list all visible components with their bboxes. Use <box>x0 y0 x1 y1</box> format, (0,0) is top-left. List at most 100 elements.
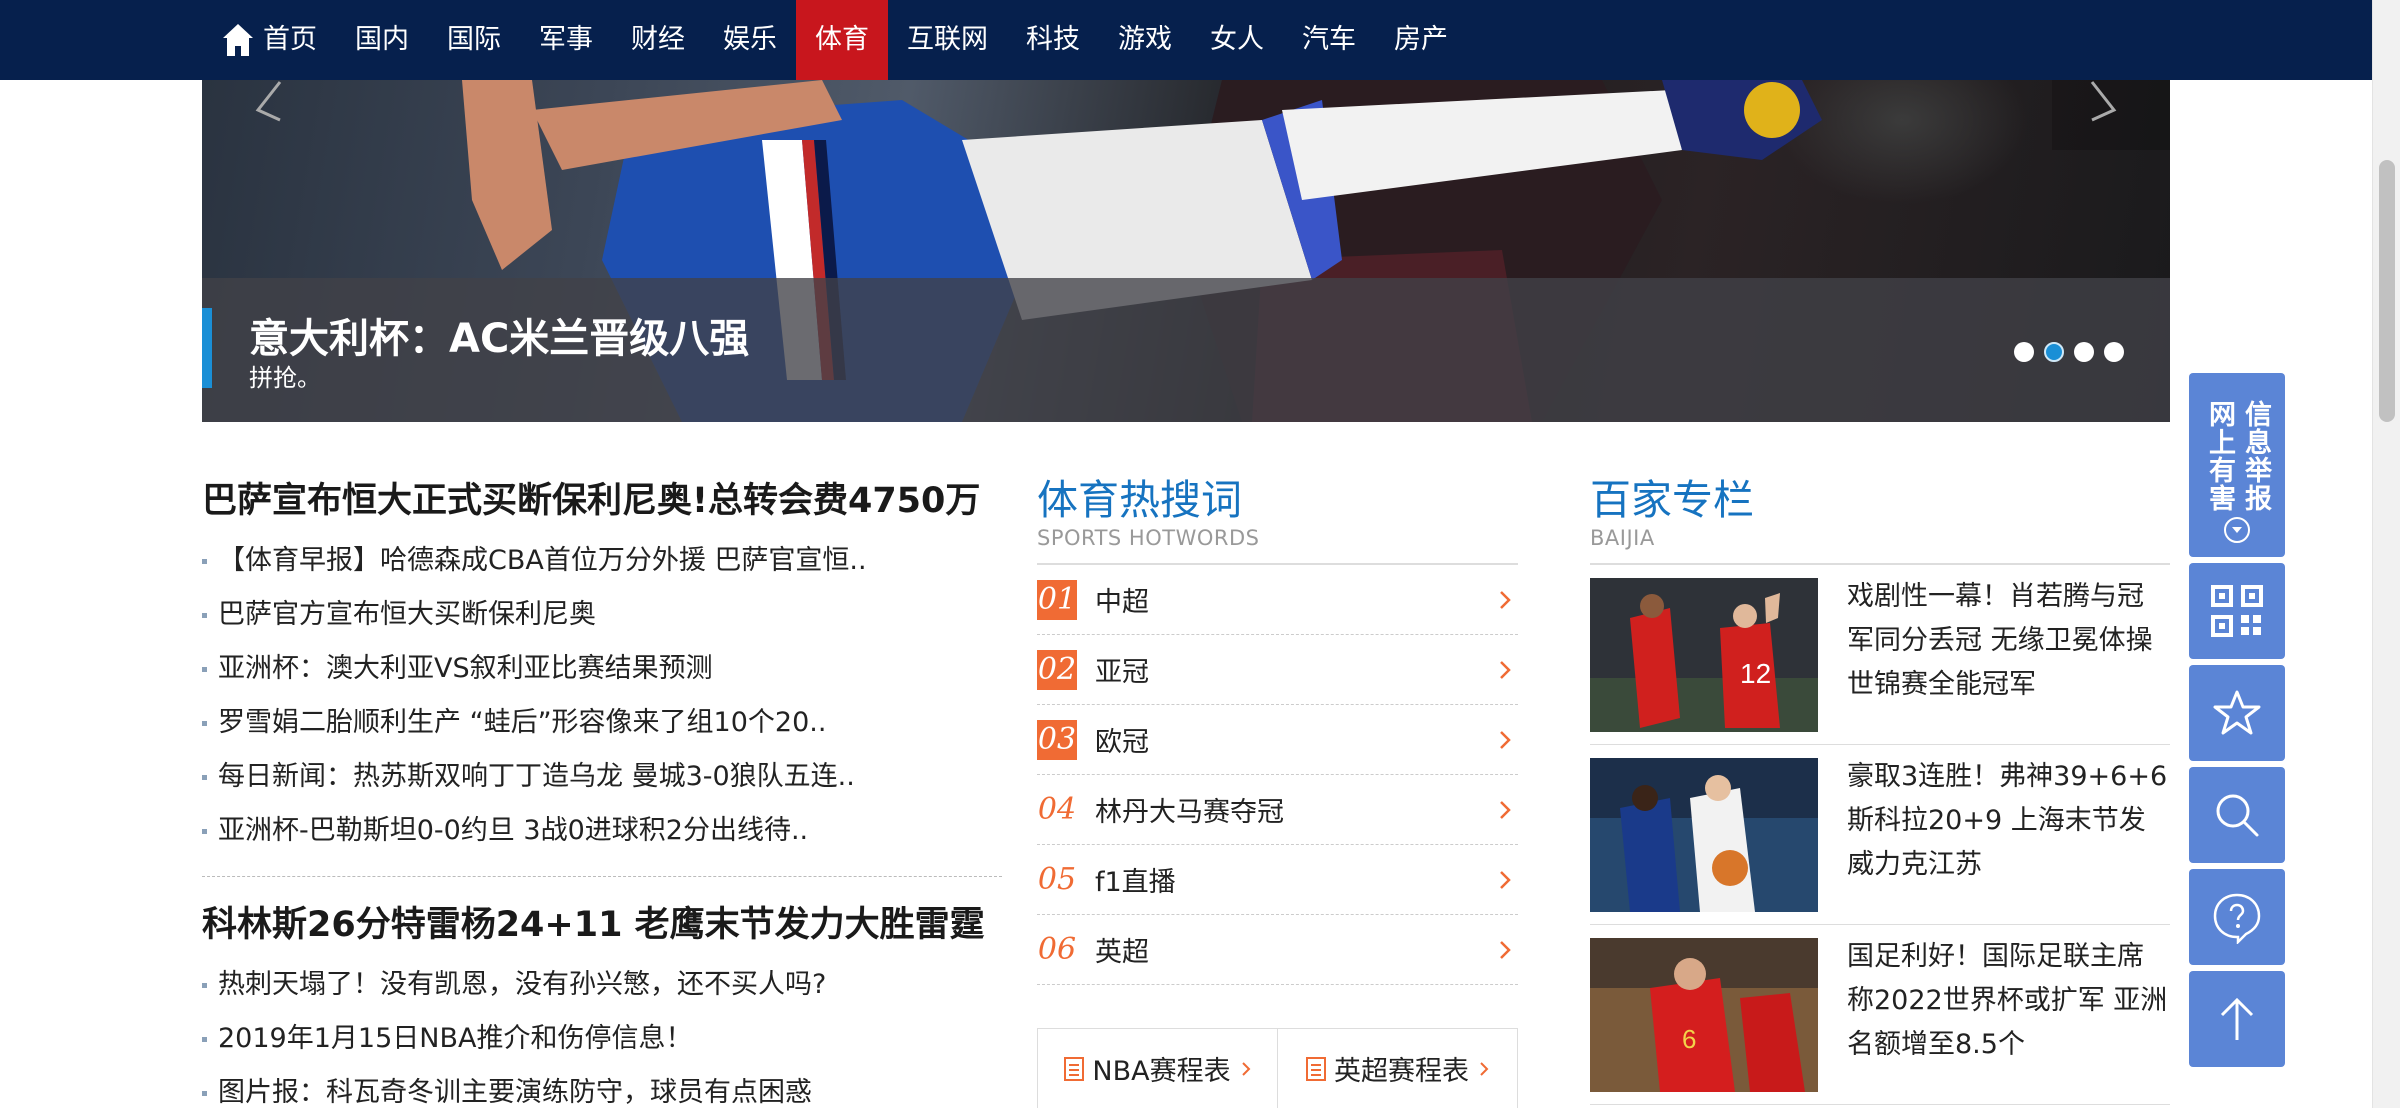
news-list-1: 【体育早报】哈德森成CBA首位万分外援 巴萨官宣恒.. 巴萨官方宣布恒大买断保利… <box>202 534 1002 858</box>
hotword-rank: 03 <box>1037 719 1077 760</box>
news-item[interactable]: 巴萨官方宣布恒大买断保利尼奥 <box>202 588 1002 642</box>
baijia-subtitle: BAIJIA <box>1590 526 1655 550</box>
news-divider <box>202 876 1002 877</box>
baijia-title: 百家专栏 <box>1590 476 1754 524</box>
news-item[interactable]: 亚洲杯：澳大利亚VS叙利亚比赛结果预测 <box>202 642 1002 696</box>
hotword-label: 林丹大马赛夺冠 <box>1095 797 1284 828</box>
arrow-up-icon <box>2220 997 2254 1040</box>
chevron-right-icon <box>1500 661 1511 679</box>
nav-item-realestate[interactable]: 房产 <box>1375 0 1467 80</box>
help-button[interactable] <box>2189 869 2285 965</box>
nav-item-sports[interactable]: 体育 <box>796 0 888 80</box>
hotword-rank: 01 <box>1037 579 1077 620</box>
hotword-label: 亚冠 <box>1095 657 1149 688</box>
nav-item-military[interactable]: 军事 <box>520 0 612 80</box>
search-button[interactable] <box>2189 767 2285 863</box>
chevron-right-icon <box>1500 591 1511 609</box>
slide-dot-1[interactable] <box>2014 342 2034 362</box>
svg-text:12: 12 <box>1740 658 1771 689</box>
schedule-icon <box>1064 1056 1085 1081</box>
chevron-right-icon <box>1241 1061 1251 1076</box>
slide-dot-2[interactable] <box>2044 342 2064 362</box>
slide-dot-4[interactable] <box>2104 342 2124 362</box>
news-headline-2[interactable]: 科林斯26分特雷杨24+11 老鹰末节发力大胜雷霆 <box>202 899 1002 951</box>
hotword-item[interactable]: 03 欧冠 <box>1037 705 1518 775</box>
back-to-top-button[interactable] <box>2189 971 2285 1067</box>
epl-schedule-button[interactable]: 英超赛程表 <box>1277 1029 1517 1108</box>
news-list-2: 热刺天塌了！没有凯恩，没有孙兴慜，还不买人吗? 2019年1月15日NBA推介和… <box>202 958 1002 1120</box>
nav-item-entertainment[interactable]: 娱乐 <box>704 0 796 80</box>
news-headline-1[interactable]: 巴萨宣布恒大正式买断保利尼奥!总转会费4750万 <box>202 475 1002 527</box>
nav-item-auto[interactable]: 汽车 <box>1283 0 1375 80</box>
page-scrollbar[interactable] <box>2372 0 2400 1108</box>
report-label: 信息举报 网上有害 <box>2204 400 2271 512</box>
top-nav-bar: 首页 国内 国际 军事 财经 娱乐 体育 互联网 科技 游戏 女人 汽车 房产 <box>0 0 2372 80</box>
chevron-right-icon <box>1500 801 1511 819</box>
chevron-right-icon <box>2090 81 2117 122</box>
nav-item-tech[interactable]: 科技 <box>1007 0 1099 80</box>
baijia-item[interactable]: 6 国足利好！国际足联主席称2022世界杯或扩军 亚洲名额增至8.5个 <box>1590 925 2170 1105</box>
article-thumbnail: 12 <box>1590 578 1818 732</box>
nba-schedule-button[interactable]: NBA赛程表 <box>1038 1029 1277 1108</box>
floating-toolbar: 信息举报 网上有害 <box>2189 373 2285 1073</box>
chevron-left-icon <box>255 81 282 122</box>
svg-text:6: 6 <box>1682 1024 1696 1054</box>
home-icon <box>223 24 253 56</box>
news-item[interactable]: 罗雪娟二胎顺利生产 “蛙后”形容像来了组10个20.. <box>202 696 1002 750</box>
hotwords-subtitle: SPORTS HOTWORDS <box>1037 526 1260 550</box>
news-item[interactable]: 【体育早报】哈德森成CBA首位万分外援 巴萨官宣恒.. <box>202 534 1002 588</box>
baijia-section: 百家专栏 BAIJIA 12 戏剧性一幕！肖若腾与冠军同分丢冠 无缘卫冕体操世锦… <box>1590 475 2170 1105</box>
hotword-item[interactable]: 02 亚冠 <box>1037 635 1518 705</box>
nav-item-internet[interactable]: 互联网 <box>888 0 1007 80</box>
slide-dot-3[interactable] <box>2074 342 2094 362</box>
question-bubble-icon <box>2213 893 2261 944</box>
hotword-item[interactable]: 01 中超 <box>1037 565 1518 635</box>
news-item[interactable]: 每日新闻：热苏斯双响丁丁造乌龙 曼城3-0狼队五连.. <box>202 750 1002 804</box>
hotword-label: 欧冠 <box>1095 727 1149 758</box>
hotword-item[interactable]: 06 英超 <box>1037 915 1518 985</box>
banner-slider[interactable]: 意大利杯：AC米兰晋级八强 拼抢。 <box>202 80 2170 422</box>
article-thumbnail <box>1590 758 1818 912</box>
article-thumbnail: 6 <box>1590 938 1818 1092</box>
banner-caption: 意大利杯：AC米兰晋级八强 拼抢。 <box>202 278 2170 422</box>
nav-item-finance[interactable]: 财经 <box>612 0 704 80</box>
hotword-rank: 04 <box>1037 791 1077 827</box>
baijia-headline: 豪取3连胜！弗神39+6+6斯科拉20+9 上海末节发威力克江苏 <box>1847 761 2168 880</box>
hotword-item[interactable]: 04 林丹大马赛夺冠 <box>1037 775 1518 845</box>
nav-item-international[interactable]: 国际 <box>428 0 520 80</box>
baijia-item[interactable]: 12 戏剧性一幕！肖若腾与冠军同分丢冠 无缘卫冕体操世锦赛全能冠军 <box>1590 565 2170 745</box>
scrollbar-thumb[interactable] <box>2379 160 2395 422</box>
report-button[interactable]: 信息举报 网上有害 <box>2189 373 2285 557</box>
hotword-label: f1直播 <box>1095 867 1176 898</box>
qrcode-button[interactable] <box>2189 563 2285 659</box>
banner-next-button[interactable] <box>2052 80 2170 150</box>
chevron-right-icon <box>1480 1061 1489 1076</box>
news-item[interactable]: 热刺天塌了！没有凯恩，没有孙兴慜，还不买人吗? <box>202 958 1002 1012</box>
banner-subtitle: 拼抢。 <box>249 364 321 392</box>
nav-item-domestic[interactable]: 国内 <box>336 0 428 80</box>
chevron-right-icon <box>1500 731 1511 749</box>
chevron-right-icon <box>1500 941 1511 959</box>
circle-chevron-down-icon <box>2224 517 2250 543</box>
chevron-right-icon <box>1500 871 1511 889</box>
favorite-button[interactable] <box>2189 665 2285 761</box>
news-item[interactable]: 2019年1月15日NBA推介和伤停信息！ <box>202 1012 1002 1066</box>
nav-item-women[interactable]: 女人 <box>1191 0 1283 80</box>
banner-title[interactable]: 意大利杯：AC米兰晋级八强 <box>249 306 749 364</box>
baijia-item[interactable]: 豪取3连胜！弗神39+6+6斯科拉20+9 上海末节发威力克江苏 <box>1590 745 2170 925</box>
hotword-label: 中超 <box>1095 587 1149 618</box>
schedule-links: NBA赛程表 英超赛程表 <box>1037 1028 1518 1108</box>
nav-item-games[interactable]: 游戏 <box>1099 0 1191 80</box>
baijia-headline: 戏剧性一幕！肖若腾与冠军同分丢冠 无缘卫冕体操世锦赛全能冠军 <box>1847 581 2153 700</box>
hotword-rank: 05 <box>1037 861 1077 897</box>
qrcode-icon <box>2211 585 2263 637</box>
nav-item-home[interactable]: 首页 <box>202 0 336 80</box>
news-item[interactable]: 图片报：科瓦奇冬训主要演练防守，球员有点困惑 <box>202 1066 1002 1120</box>
hotword-item[interactable]: 05 f1直播 <box>1037 845 1518 915</box>
hotword-label: 英超 <box>1095 937 1149 968</box>
schedule-icon <box>1306 1056 1326 1081</box>
search-icon <box>2216 794 2259 837</box>
banner-prev-button[interactable] <box>202 80 320 150</box>
news-column: 巴萨宣布恒大正式买断保利尼奥!总转会费4750万 【体育早报】哈德森成CBA首位… <box>202 475 1002 1120</box>
news-item[interactable]: 亚洲杯-巴勒斯坦0-0约旦 3战0进球积2分出线待.. <box>202 804 1002 858</box>
